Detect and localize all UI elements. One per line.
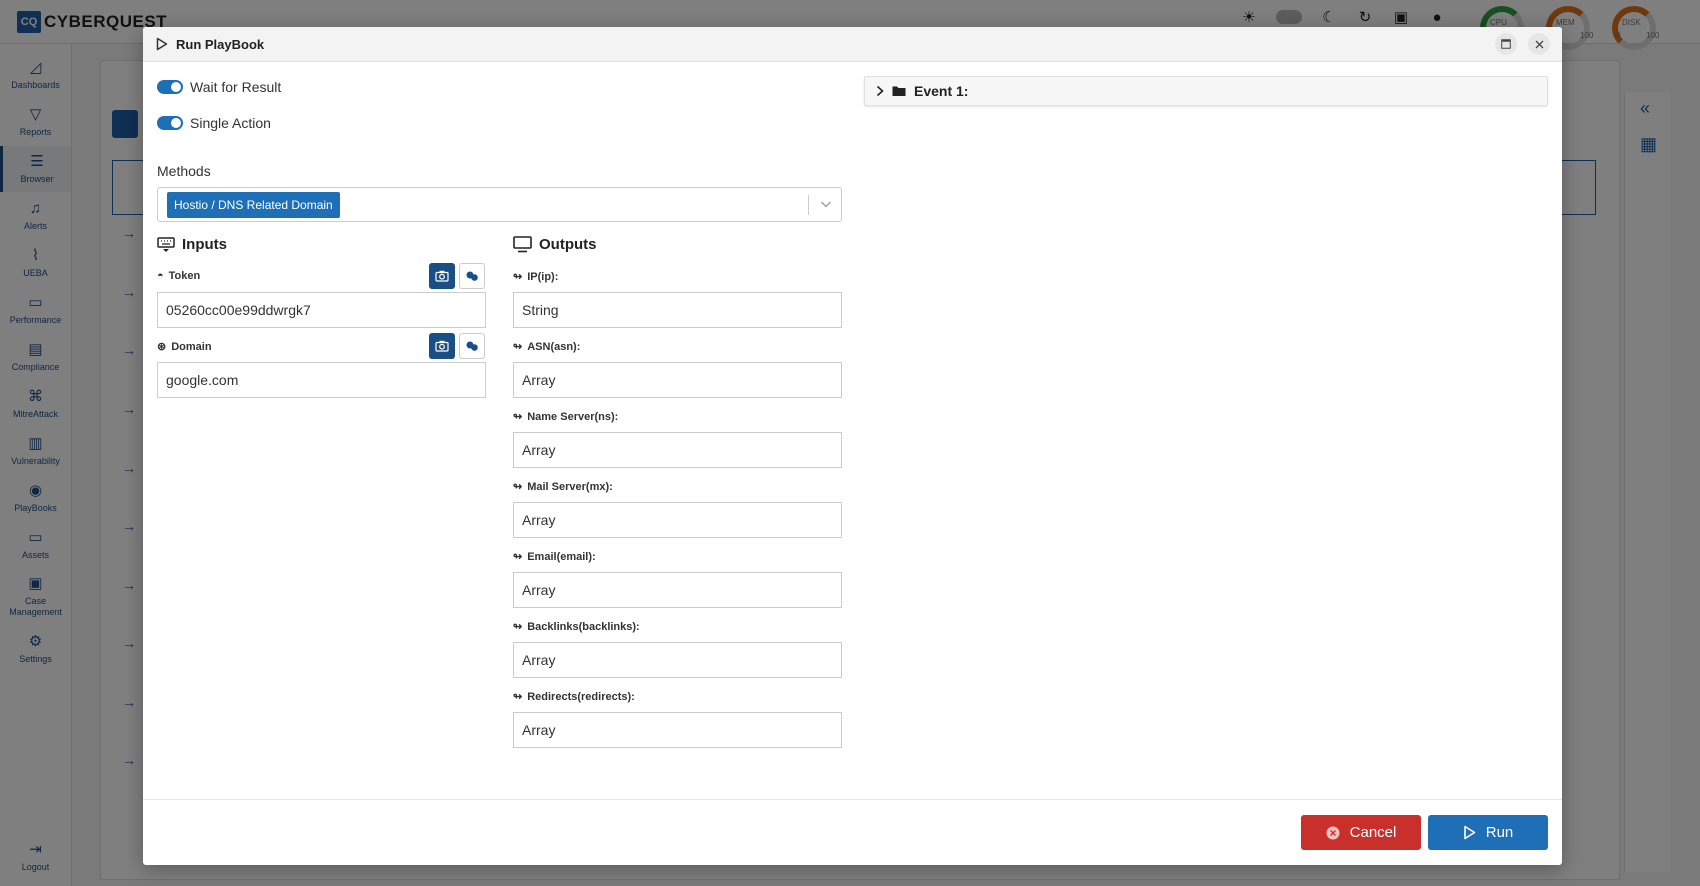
chevron-right-icon[interactable]: [875, 85, 885, 97]
methods-select[interactable]: Hostio / DNS Related Domain: [157, 187, 842, 222]
single-action-toggle-row: Single Action: [157, 115, 271, 131]
cancel-button[interactable]: Cancel: [1301, 815, 1421, 850]
output-asn-field[interactable]: Array: [513, 362, 842, 398]
output-redirects-label: ↬ Redirects(redirects):: [513, 690, 635, 704]
output-label-text: Backlinks(backlinks):: [527, 620, 640, 633]
output-link-icon: ↬: [513, 551, 523, 563]
method-tag[interactable]: Hostio / DNS Related Domain: [167, 192, 340, 218]
close-icon: [1535, 40, 1543, 48]
maximize-icon: [1501, 39, 1511, 49]
output-link-icon: ↬: [513, 271, 523, 283]
close-button[interactable]: [1528, 33, 1550, 55]
output-label-text: Email(email):: [527, 550, 596, 563]
output-label-text: Redirects(redirects):: [527, 690, 635, 703]
cancel-circle-icon: [1326, 826, 1340, 840]
play-icon: [1463, 825, 1476, 840]
output-link-icon: ↬: [513, 621, 523, 633]
output-redirects-field[interactable]: Array: [513, 712, 842, 748]
event-title: Event 1:: [914, 83, 969, 99]
token-variables-button[interactable]: [459, 263, 485, 289]
output-link-icon: ↬: [513, 481, 523, 493]
domain-variables-button[interactable]: [459, 333, 485, 359]
inputs-title: Inputs: [182, 236, 227, 253]
maximize-button[interactable]: [1495, 33, 1517, 55]
output-backlinks-field[interactable]: Array: [513, 642, 842, 678]
monitor-icon: [513, 236, 532, 253]
output-label-text: IP(ip):: [527, 270, 559, 283]
domain-input[interactable]: google.com: [157, 362, 486, 398]
token-icon: ◓: [157, 270, 164, 282]
run-label: Run: [1485, 824, 1514, 841]
token-input[interactable]: 05260cc00e99ddwrgk7: [157, 292, 486, 328]
output-ip-field[interactable]: String: [513, 292, 842, 328]
domain-label: ⊛ Domain: [157, 340, 212, 354]
camera-icon: [435, 340, 449, 352]
output-label-text: Mail Server(mx):: [527, 480, 613, 493]
play-icon: [156, 37, 168, 51]
modal-header: Run PlayBook: [143, 27, 1562, 62]
output-mx-field[interactable]: Array: [513, 502, 842, 538]
domain-snapshot-button[interactable]: [429, 333, 455, 359]
single-action-label: Single Action: [190, 115, 271, 131]
wait-for-result-toggle-row: Wait for Result: [157, 79, 281, 95]
chevron-down-icon[interactable]: [818, 196, 834, 212]
output-email-label: ↬ Email(email):: [513, 550, 596, 564]
output-backlinks-label: ↬ Backlinks(backlinks):: [513, 620, 640, 634]
output-link-icon: ↬: [513, 341, 523, 353]
output-ns-field[interactable]: Array: [513, 432, 842, 468]
cloud-icon: [466, 271, 478, 281]
folder-icon: [892, 86, 906, 96]
token-label-text: Token: [168, 270, 201, 282]
event-panel[interactable]: Event 1:: [864, 76, 1548, 106]
output-link-icon: ↬: [513, 411, 523, 423]
modal-footer-divider: [143, 799, 1562, 800]
cancel-label: Cancel: [1349, 824, 1397, 841]
domain-label-text: Domain: [171, 340, 212, 353]
domain-icon: ⊛: [157, 341, 167, 353]
output-label-text: ASN(asn):: [527, 340, 581, 353]
single-action-switch[interactable]: [157, 116, 183, 130]
modal-title: Run PlayBook: [176, 36, 265, 52]
output-link-icon: ↬: [513, 691, 523, 703]
output-ns-label: ↬ Name Server(ns):: [513, 410, 619, 424]
token-label: ◓ Token: [157, 270, 200, 282]
outputs-section-title: Outputs: [513, 236, 597, 253]
outputs-title: Outputs: [539, 236, 597, 253]
output-ip-label: ↬ IP(ip):: [513, 270, 559, 284]
output-mx-label: ↬ Mail Server(mx):: [513, 480, 613, 494]
keyboard-icon: [157, 236, 175, 252]
run-button[interactable]: Run: [1428, 815, 1548, 850]
output-label-text: Name Server(ns):: [527, 410, 619, 423]
run-playbook-modal: Run PlayBook Wait for Result Single Acti…: [143, 27, 1562, 865]
output-asn-label: ↬ ASN(asn):: [513, 340, 581, 354]
output-email-field[interactable]: Array: [513, 572, 842, 608]
wait-for-result-label: Wait for Result: [190, 79, 282, 95]
inputs-section-title: Inputs: [157, 236, 227, 253]
camera-icon: [435, 270, 449, 282]
token-snapshot-button[interactable]: [429, 263, 455, 289]
select-separator: [808, 195, 809, 215]
wait-for-result-switch[interactable]: [157, 80, 183, 94]
cloud-icon: [466, 341, 478, 351]
methods-label: Methods: [157, 163, 211, 179]
